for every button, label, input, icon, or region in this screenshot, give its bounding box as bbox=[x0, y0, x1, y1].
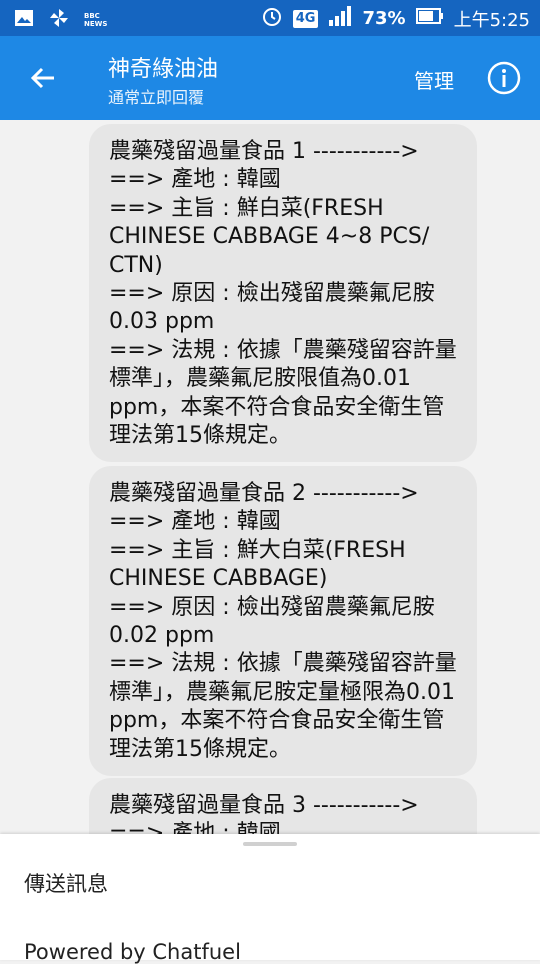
message-bubble-2: 農藥殘留過量食品 2 -----------> ==> 產地 : 韓國 ==> … bbox=[89, 466, 477, 776]
page-title: 神奇綠油油 bbox=[108, 57, 219, 82]
powered-by-label: Powered by Chatfuel bbox=[24, 940, 241, 964]
clock: 上午5:25 bbox=[453, 9, 530, 31]
message-bubble-1: 農藥殘留過量食品 1 -----------> ==> 產地 : 韓國 ==> … bbox=[89, 124, 477, 462]
battery-percent: 73% bbox=[362, 8, 406, 29]
news-label: NEWS bbox=[84, 20, 108, 28]
drag-handle[interactable] bbox=[243, 842, 297, 846]
toolbar: 神奇綠油油 通常立即回覆 管理 bbox=[0, 36, 540, 120]
message-bubble-3: 農藥殘留過量食品 3 -----------> ==> 產地 : 韓國 bbox=[89, 778, 477, 834]
message-list[interactable]: 農藥殘留過量食品 1 -----------> ==> 產地 : 韓國 ==> … bbox=[0, 120, 540, 834]
alarm-icon bbox=[261, 5, 283, 32]
page-subtitle: 通常立即回覆 bbox=[108, 88, 205, 107]
composer-sheet: 傳送訊息 Powered by Chatfuel bbox=[0, 834, 540, 964]
network-type-badge: 4G bbox=[292, 9, 319, 28]
signal-icon bbox=[328, 5, 352, 32]
pinwheel-icon bbox=[48, 7, 70, 33]
bbc-label: BBC bbox=[84, 12, 100, 20]
bbc-news-icon: BBC NEWS bbox=[84, 12, 107, 28]
back-arrow-icon[interactable] bbox=[24, 58, 64, 98]
battery-icon bbox=[415, 7, 444, 30]
manage-button[interactable]: 管理 bbox=[414, 65, 454, 94]
image-icon bbox=[14, 8, 34, 32]
send-message-button[interactable]: 傳送訊息 bbox=[24, 868, 108, 898]
status-bar: BBC NEWS 4G 73% 上午5:25 bbox=[0, 0, 540, 36]
info-icon[interactable] bbox=[486, 60, 522, 96]
